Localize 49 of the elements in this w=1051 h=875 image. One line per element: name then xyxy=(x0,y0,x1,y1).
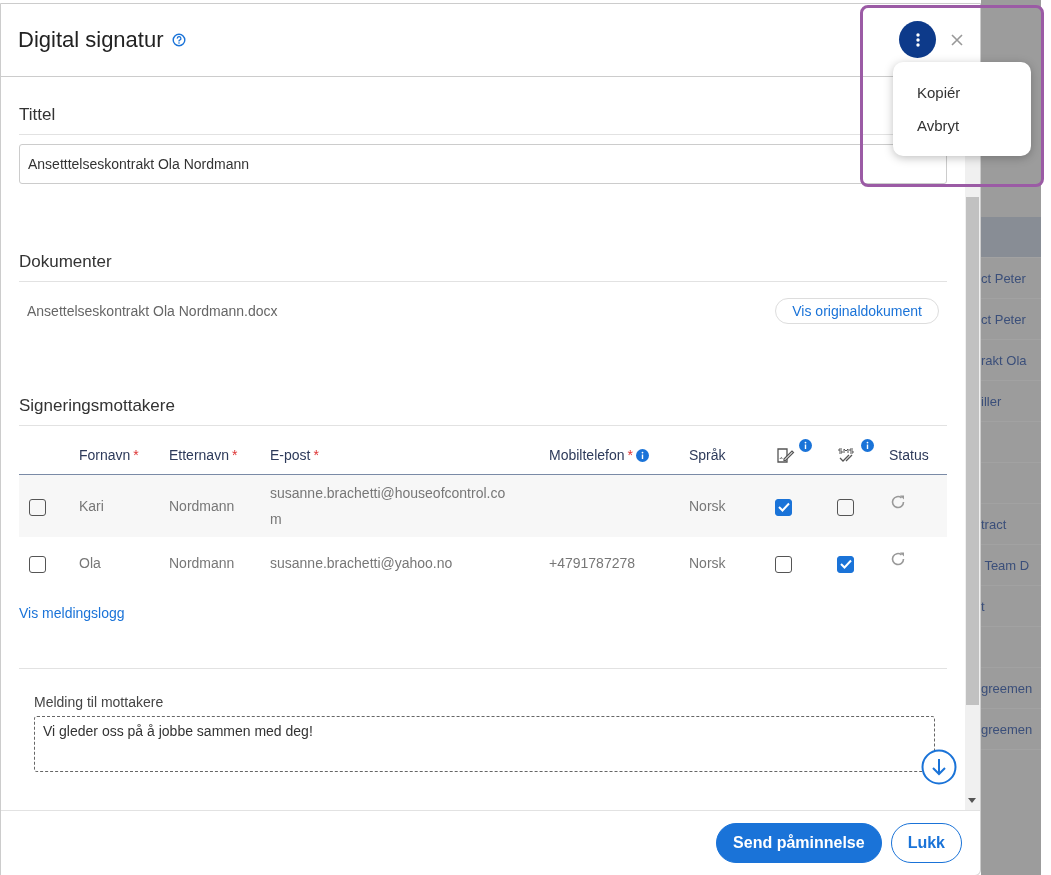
column-header: Fornavn xyxy=(79,447,131,463)
info-icon[interactable] xyxy=(635,448,649,462)
title-field[interactable]: Ansetttelseskontrakt Ola Nordmann xyxy=(19,144,947,184)
table-cell: Ola xyxy=(79,555,101,571)
signature-icon xyxy=(775,445,795,465)
table-cell-text: susanne.brachetti@houseofcontrol.co m xyxy=(270,484,507,529)
column-header: Språk xyxy=(689,447,726,463)
more-vertical-icon xyxy=(915,31,920,48)
column-header: Mobiltelefon xyxy=(549,447,625,463)
menu-item[interactable]: Avbryt xyxy=(893,109,1031,142)
required-mark: * xyxy=(231,447,238,463)
scroll-down-icon[interactable] xyxy=(921,749,957,785)
refresh-icon[interactable] xyxy=(889,550,907,568)
scroll-arrow-icon[interactable] xyxy=(968,798,976,804)
row-checkbox[interactable] xyxy=(29,555,46,573)
table-cell: Norsk xyxy=(689,555,726,571)
required-mark: * xyxy=(133,447,139,463)
section-heading: Dokumenter xyxy=(19,252,947,282)
table-cell: Nordmann xyxy=(169,555,235,571)
section-heading: Signeringsmottakere xyxy=(19,396,947,426)
sms-checkbox[interactable] xyxy=(837,555,854,573)
required-mark: * xyxy=(627,447,633,463)
column-header: Etternavn xyxy=(169,447,229,463)
menu-item[interactable]: Kopiér xyxy=(893,76,1031,109)
required-mark: * xyxy=(313,447,319,463)
more-menu-button[interactable] xyxy=(899,21,936,58)
message-log-link[interactable]: Vis meldingslogg xyxy=(19,605,125,621)
table-cell: Norsk xyxy=(689,498,726,514)
send-reminder-button[interactable]: Send påminnelse xyxy=(716,823,882,863)
close-dialog-button[interactable]: Lukk xyxy=(890,823,962,863)
sms-checkbox[interactable] xyxy=(837,498,854,516)
sign-checkbox[interactable] xyxy=(775,555,792,573)
document-name: Ansettelseskontrakt Ola Nordmann.docx xyxy=(27,303,278,319)
sign-checkbox[interactable] xyxy=(775,498,792,516)
close-icon[interactable] xyxy=(950,32,964,47)
help-icon[interactable] xyxy=(171,33,186,47)
field-label: Melding til mottakere xyxy=(34,694,165,710)
dialog-title: Digital signatur xyxy=(18,27,164,53)
table-cell: +4791787278 xyxy=(549,555,636,571)
view-original-button[interactable]: Vis originaldokument xyxy=(775,298,939,324)
column-header: E-post xyxy=(270,447,311,463)
table-cell: Kari xyxy=(79,498,104,514)
table-cell-text: susanne.brachetti@yahoo.no xyxy=(270,554,454,573)
table-cell: Nordmann xyxy=(169,498,235,514)
column-header: Status xyxy=(889,447,929,463)
info-icon[interactable] xyxy=(799,439,812,452)
info-icon[interactable] xyxy=(861,439,874,452)
refresh-icon[interactable] xyxy=(889,493,907,511)
row-checkbox[interactable] xyxy=(29,498,46,516)
